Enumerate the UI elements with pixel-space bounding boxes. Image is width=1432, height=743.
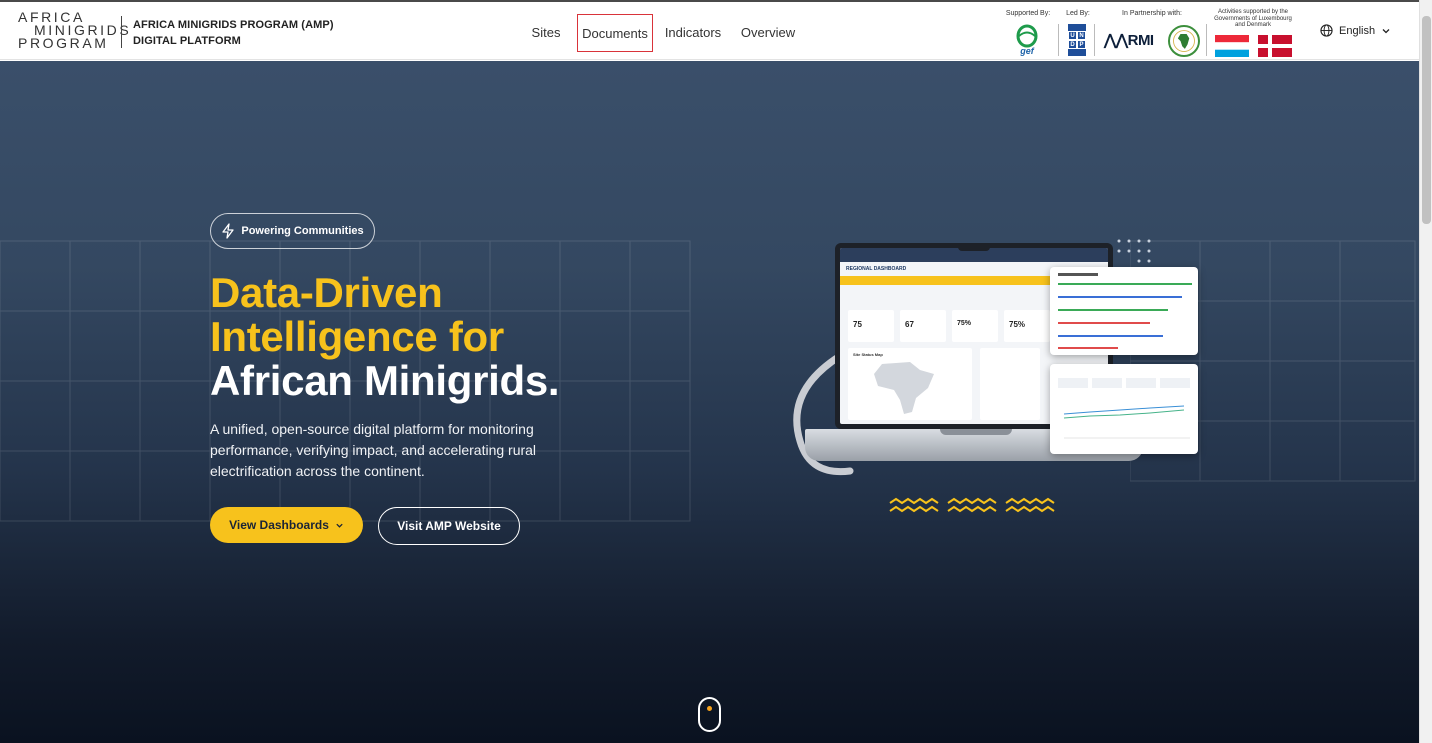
- decorative-dots: [1117, 239, 1151, 263]
- denmark-flag-icon: [1258, 35, 1292, 57]
- afdb-logo: [1168, 25, 1200, 57]
- language-label: English: [1339, 24, 1376, 37]
- floating-chart-card: [1050, 364, 1198, 454]
- globe-icon: [1320, 24, 1333, 37]
- mockup-stat: 67: [905, 320, 914, 329]
- nav-overview[interactable]: Overview: [736, 14, 800, 52]
- mockup-map-label: Site Status Map: [853, 352, 883, 357]
- svg-text:gef: gef: [1019, 46, 1035, 56]
- luxembourg-flag-icon: [1215, 35, 1249, 57]
- mockup-stat: 75: [853, 320, 862, 329]
- language-selector[interactable]: English: [1320, 24, 1391, 37]
- floating-progress-card: [1050, 267, 1198, 355]
- top-header: AFRICA MINIGRIDS PROGRAM AFRICA MINIGRID…: [0, 0, 1419, 60]
- chevron-down-icon: [1382, 28, 1390, 33]
- dashboard-mockup-illustration: REGIONAL DASHBOARD 75 67 75% 75% Site St…: [0, 61, 1419, 743]
- nav-indicators[interactable]: Indicators: [662, 14, 724, 52]
- activities-label: Activities supported by the Governments …: [1214, 9, 1292, 28]
- partnership-label: In Partnership with:: [1122, 10, 1182, 17]
- led-by-label: Led By:: [1066, 10, 1090, 17]
- program-title-line-1: AFRICA MINIGRIDS PROGRAM (AMP): [133, 19, 334, 31]
- nav-documents[interactable]: Documents: [577, 14, 653, 52]
- logo-divider: [121, 16, 122, 48]
- partner-divider: [1094, 24, 1095, 56]
- logo-line-3: PROGRAM: [18, 35, 109, 51]
- africa-map-icon: [874, 362, 934, 414]
- hero-section: Powering Communities Data-Driven Intelli…: [0, 61, 1419, 743]
- scrollbar-thumb[interactable]: [1422, 16, 1431, 224]
- mockup-stat: 75%: [1009, 320, 1026, 329]
- partner-divider: [1206, 24, 1207, 56]
- rmi-logo: ⋀⋀RMI: [1104, 32, 1154, 49]
- nav-sites[interactable]: Sites: [524, 14, 568, 52]
- mouse-scroll-icon[interactable]: [698, 697, 721, 732]
- program-title: AFRICA MINIGRIDS PROGRAM (AMP) DIGITAL P…: [133, 17, 334, 49]
- program-title-line-2: DIGITAL PLATFORM: [133, 35, 241, 47]
- amp-logo[interactable]: AFRICA MINIGRIDS PROGRAM: [18, 10, 129, 51]
- mockup-stat: 75%: [957, 320, 972, 327]
- page-scrollbar[interactable]: [1419, 0, 1432, 743]
- mockup-dashboard-title: REGIONAL DASHBOARD: [846, 266, 907, 272]
- undp-logo: UNDP: [1068, 24, 1086, 56]
- gef-logo: gef: [1016, 24, 1038, 56]
- supported-by-label: Supported By:: [1005, 10, 1051, 17]
- decorative-waves: [889, 497, 1055, 513]
- partner-divider: [1058, 24, 1059, 56]
